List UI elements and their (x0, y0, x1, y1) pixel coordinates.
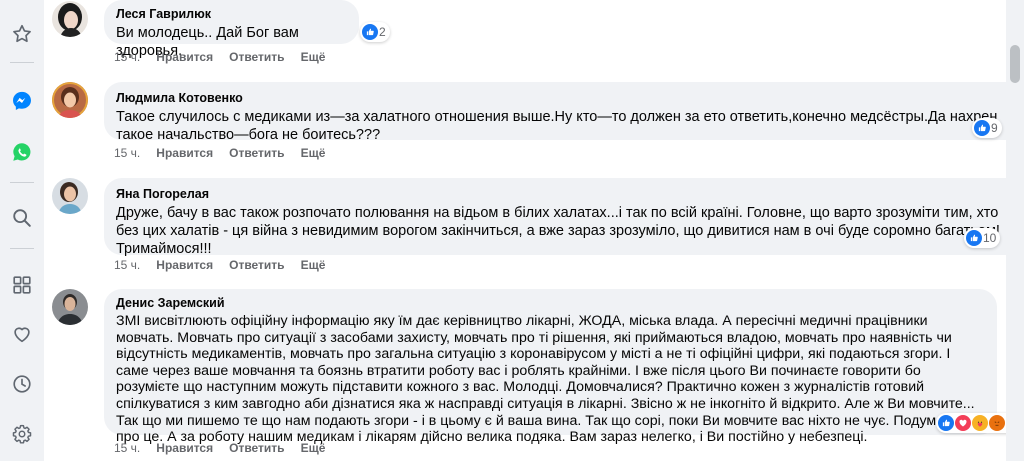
comment-timestamp[interactable]: 15 ч. (114, 441, 140, 455)
comment-actions: 15 ч. Нравится Ответить Ещё (114, 146, 325, 160)
sidebar-divider (10, 182, 34, 183)
comments-panel: Леся Гаврилюк Ви молодець.. Дай Бог вам … (44, 0, 1024, 461)
reply-button[interactable]: Ответить (229, 258, 284, 272)
comment-item: Яна Погорелая Друже, бачу в вас також ро… (52, 178, 1024, 273)
comment-timestamp[interactable]: 15 ч. (114, 258, 140, 272)
reaction-summary[interactable]: 10 (964, 228, 1001, 248)
avatar[interactable] (52, 1, 88, 37)
reaction-count: 9 (991, 121, 998, 135)
reaction-summary[interactable]: 9 (972, 118, 1002, 138)
like-button[interactable]: Нравится (156, 146, 213, 160)
scrollbar[interactable] (1006, 0, 1024, 461)
left-sidebar (0, 0, 44, 461)
comment-author[interactable]: Яна Погорелая (116, 186, 1013, 202)
reaction-count: 2 (379, 25, 386, 39)
comment-timestamp[interactable]: 15 ч. (114, 50, 140, 64)
comment-item: Денис Заремский ЗМІ висвітлюють офіційну… (52, 289, 1024, 461)
reaction-summary[interactable]: 2 (360, 22, 390, 42)
comment-item: Людмила Котовенко Такое случилось с меди… (52, 82, 1024, 162)
comment-bubble: Денис Заремский ЗМІ висвітлюють офіційну… (104, 289, 997, 445)
avatar[interactable] (52, 289, 88, 325)
comment-bubble: Яна Погорелая Друже, бачу в вас також ро… (104, 178, 1024, 257)
more-button[interactable]: Ещё (301, 146, 326, 160)
angry-reaction-icon (989, 415, 1005, 431)
comment-text: ЗМІ висвітлюють офіційну інформацію яку … (116, 313, 975, 446)
apps-icon[interactable] (9, 272, 35, 298)
comment-actions: 15 ч. Нравится Ответить Ещё (114, 50, 325, 64)
like-reaction-icon (974, 120, 990, 136)
reply-button[interactable]: Ответить (229, 441, 284, 455)
avatar[interactable] (52, 178, 88, 214)
comment-item: Леся Гаврилюк Ви молодець.. Дай Бог вам … (52, 0, 992, 64)
love-reaction-icon (955, 415, 971, 431)
care-reaction-icon (972, 415, 988, 431)
star-icon[interactable] (9, 21, 35, 47)
sidebar-divider (10, 248, 34, 249)
like-button[interactable]: Нравится (156, 441, 213, 455)
like-reaction-icon (362, 24, 378, 40)
reaction-count: 10 (983, 231, 997, 245)
whatsapp-icon[interactable] (9, 139, 35, 165)
comment-author[interactable]: Денис Заремский (116, 295, 985, 311)
more-button[interactable]: Ещё (301, 258, 326, 272)
comment-actions: 15 ч. Нравится Ответить Ещё (114, 441, 325, 455)
heart-icon[interactable] (9, 321, 35, 347)
comment-text: Друже, бачу в вас також розпочато полюва… (116, 205, 1000, 257)
sidebar-divider (10, 62, 34, 63)
reply-button[interactable]: Ответить (229, 50, 284, 64)
clock-icon[interactable] (9, 371, 35, 397)
reply-button[interactable]: Ответить (229, 146, 284, 160)
messenger-icon[interactable] (9, 88, 35, 114)
comment-text: Такое случилось с медиками из—за халатно… (116, 109, 998, 143)
more-button[interactable]: Ещё (301, 50, 326, 64)
like-button[interactable]: Нравится (156, 258, 213, 272)
comment-author[interactable]: Леся Гаврилюк (116, 6, 347, 22)
like-reaction-icon (966, 230, 982, 246)
search-icon[interactable] (9, 205, 35, 231)
comment-timestamp[interactable]: 15 ч. (114, 146, 140, 160)
comment-author[interactable]: Людмила Котовенко (116, 90, 1018, 106)
like-button[interactable]: Нравится (156, 50, 213, 64)
comment-bubble: Леся Гаврилюк Ви молодець.. Дай Бог вам … (104, 0, 359, 59)
more-button[interactable]: Ещё (301, 441, 326, 455)
comment-bubble: Людмила Котовенко Такое случилось с меди… (104, 82, 1024, 143)
avatar[interactable] (52, 82, 88, 118)
like-reaction-icon (938, 415, 954, 431)
scrollbar-thumb[interactable] (1010, 45, 1020, 83)
gear-icon[interactable] (9, 421, 35, 447)
comment-actions: 15 ч. Нравится Ответить Ещё (114, 258, 325, 272)
